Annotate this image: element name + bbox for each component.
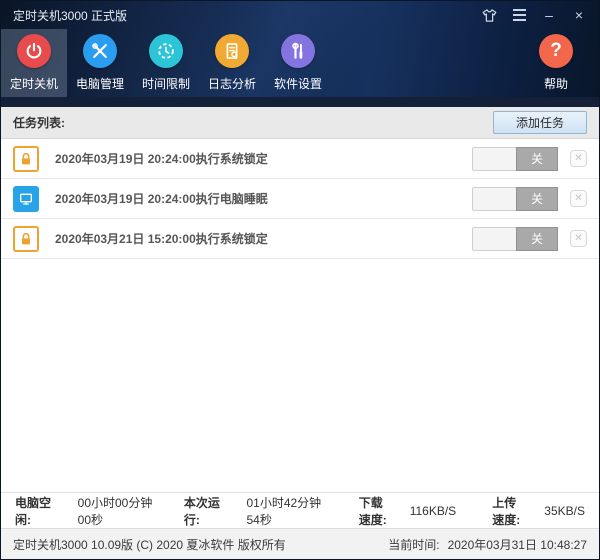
- tab-time-limit[interactable]: 时间限制: [133, 29, 199, 97]
- tab-label: 日志分析: [208, 75, 256, 92]
- task-list-header: 任务列表: 添加任务: [1, 107, 599, 139]
- lock-icon: [13, 226, 39, 252]
- upload-speed-label: 上传速度:: [492, 494, 522, 528]
- question-icon: ?: [539, 34, 573, 68]
- task-row: 2020年03月19日 20:24:00执行电脑睡眠 关 ✕: [1, 179, 599, 219]
- tab-log-analysis[interactable]: 日志分析: [199, 29, 265, 97]
- log-icon: [215, 34, 249, 68]
- add-task-button[interactable]: 添加任务: [493, 111, 587, 134]
- skin-icon[interactable]: [481, 7, 497, 23]
- current-time-label: 当前时间:: [388, 536, 439, 553]
- run-time-label: 本次运行:: [184, 494, 225, 528]
- toggle-knob: 关: [516, 187, 558, 211]
- download-speed-label: 下载速度:: [359, 494, 388, 528]
- download-speed-value: 116KB/S: [410, 504, 456, 518]
- tab-label: 定时关机: [10, 75, 58, 92]
- window-controls: – ×: [481, 7, 587, 23]
- task-text: 2020年03月21日 15:20:00执行系统锁定: [55, 230, 268, 247]
- content-empty-area: [1, 259, 599, 492]
- tab-computer-management[interactable]: 电脑管理: [67, 29, 133, 97]
- titlebar: 定时关机3000 正式版 – ×: [1, 1, 599, 29]
- tab-label: 帮助: [544, 75, 568, 92]
- toggle-knob: 关: [516, 227, 558, 251]
- footer: 定时关机3000 10.09版 (C) 2020 夏冰软件 版权所有 当前时间:…: [1, 528, 599, 559]
- tools-icon: [83, 34, 117, 68]
- tab-timed-shutdown[interactable]: 定时关机: [1, 29, 67, 97]
- menu-icon[interactable]: [511, 7, 527, 23]
- task-toggle-off[interactable]: 关: [472, 227, 558, 251]
- settings-icon: [281, 34, 315, 68]
- tab-label: 时间限制: [142, 75, 190, 92]
- task-toggle-off[interactable]: 关: [472, 147, 558, 171]
- upload-speed-stat: 上传速度: 35KB/S: [492, 494, 585, 528]
- idle-time-stat: 电脑空闲: 00小时00分钟00秒: [15, 494, 156, 528]
- minimize-button[interactable]: –: [541, 7, 557, 23]
- task-row: 2020年03月19日 20:24:00执行系统锁定 关 ✕: [1, 139, 599, 179]
- tab-label: 电脑管理: [76, 75, 124, 92]
- question-glyph: ?: [550, 40, 562, 62]
- lock-icon: [13, 146, 39, 172]
- close-button[interactable]: ×: [571, 7, 587, 23]
- task-toggle-off[interactable]: 关: [472, 187, 558, 211]
- toolbar-bottom-strip: [1, 97, 599, 107]
- toggle-knob: 关: [516, 147, 558, 171]
- copyright-text: 定时关机3000 10.09版 (C) 2020 夏冰软件 版权所有: [13, 536, 286, 553]
- current-time: 当前时间: 2020年03月31日 10:48:27: [388, 536, 587, 553]
- clock-icon: [149, 34, 183, 68]
- download-speed-stat: 下载速度: 116KB/S: [359, 494, 457, 528]
- task-row: 2020年03月21日 15:20:00执行系统锁定 关 ✕: [1, 219, 599, 259]
- run-time-stat: 本次运行: 01小时42分钟54秒: [184, 494, 325, 528]
- app-window: 定时关机3000 正式版 – × 定时关机 电脑管理: [0, 0, 600, 560]
- tab-software-settings[interactable]: 软件设置: [265, 29, 331, 97]
- task-text: 2020年03月19日 20:24:00执行电脑睡眠: [55, 190, 268, 207]
- tab-help[interactable]: ? 帮助: [521, 29, 591, 97]
- idle-time-value: 00小时00分钟00秒: [78, 494, 156, 528]
- tab-label: 软件设置: [274, 75, 322, 92]
- window-title: 定时关机3000 正式版: [13, 7, 127, 24]
- task-list-title: 任务列表:: [13, 114, 65, 131]
- toolbar: 定时关机 电脑管理 时间限制 日志分析: [1, 29, 599, 97]
- delete-task-icon[interactable]: ✕: [570, 230, 587, 247]
- current-time-value: 2020年03月31日 10:48:27: [448, 536, 587, 553]
- task-text: 2020年03月19日 20:24:00执行系统锁定: [55, 150, 268, 167]
- run-time-value: 01小时42分钟54秒: [246, 494, 324, 528]
- header: 定时关机3000 正式版 – × 定时关机 电脑管理: [1, 1, 599, 107]
- upload-speed-value: 35KB/S: [544, 504, 585, 518]
- delete-task-icon[interactable]: ✕: [570, 190, 587, 207]
- status-bar: 电脑空闲: 00小时00分钟00秒 本次运行: 01小时42分钟54秒 下载速度…: [1, 492, 599, 528]
- power-icon: [17, 34, 51, 68]
- monitor-icon: [13, 186, 39, 212]
- idle-time-label: 电脑空闲:: [15, 494, 56, 528]
- delete-task-icon[interactable]: ✕: [570, 150, 587, 167]
